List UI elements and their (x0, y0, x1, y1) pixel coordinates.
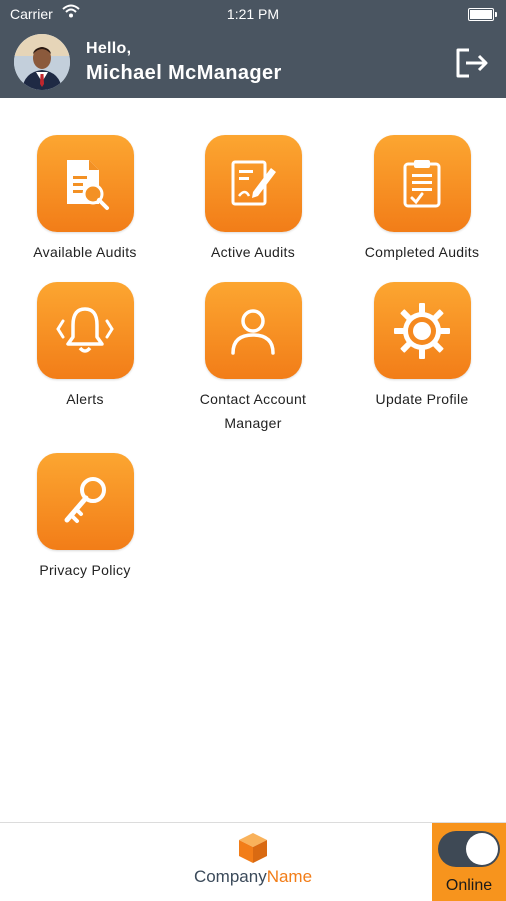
bell-icon (36, 282, 134, 379)
tile-label: Alerts (66, 391, 104, 407)
company-name-primary: Company (193, 867, 267, 886)
menu-completed-audits[interactable]: Completed Audits (347, 135, 497, 264)
avatar[interactable] (14, 34, 70, 90)
gear-icon (373, 282, 471, 379)
menu-available-audits[interactable]: Available Audits (10, 135, 160, 264)
company-name-accent: Name (266, 867, 313, 886)
menu-alerts[interactable]: Alerts (10, 282, 160, 411)
menu-update-profile[interactable]: Update Profile (347, 282, 497, 411)
user-name: Michael McManager (86, 62, 282, 84)
person-icon (204, 282, 302, 379)
document-search-icon (36, 135, 134, 232)
company-logo: CompanyName (0, 831, 506, 887)
tile-label: Active Audits (210, 244, 296, 260)
toggle-knob (466, 833, 498, 865)
battery-icon (468, 8, 497, 21)
clipboard-check-icon (373, 135, 471, 232)
tile-label: Available Audits (33, 244, 137, 260)
edit-document-icon (204, 135, 302, 232)
logout-icon[interactable] (452, 44, 490, 82)
online-status-panel: Online (432, 823, 506, 901)
online-label: Online (445, 877, 493, 894)
status-bar: Carrier 1:21 PM (0, 0, 506, 28)
menu-contact-account-manager[interactable]: Contact Account Manager (178, 282, 328, 435)
cube-logo-icon (239, 833, 267, 863)
menu-privacy-policy[interactable]: Privacy Policy (10, 453, 160, 582)
key-icon (36, 453, 134, 550)
greeting-text: Hello, (86, 40, 132, 57)
status-time: 1:21 PM (226, 6, 280, 22)
tile-label: Update Profile (375, 391, 469, 407)
online-toggle[interactable] (438, 831, 500, 867)
tile-label: Privacy Policy (39, 562, 131, 578)
footer: CompanyName Online (0, 822, 506, 901)
tile-label: Completed Audits (364, 244, 480, 260)
menu-active-audits[interactable]: Active Audits (178, 135, 328, 264)
app-header: Hello, Michael McManager (0, 28, 506, 98)
tile-label: Contact Account Manager (199, 391, 307, 431)
